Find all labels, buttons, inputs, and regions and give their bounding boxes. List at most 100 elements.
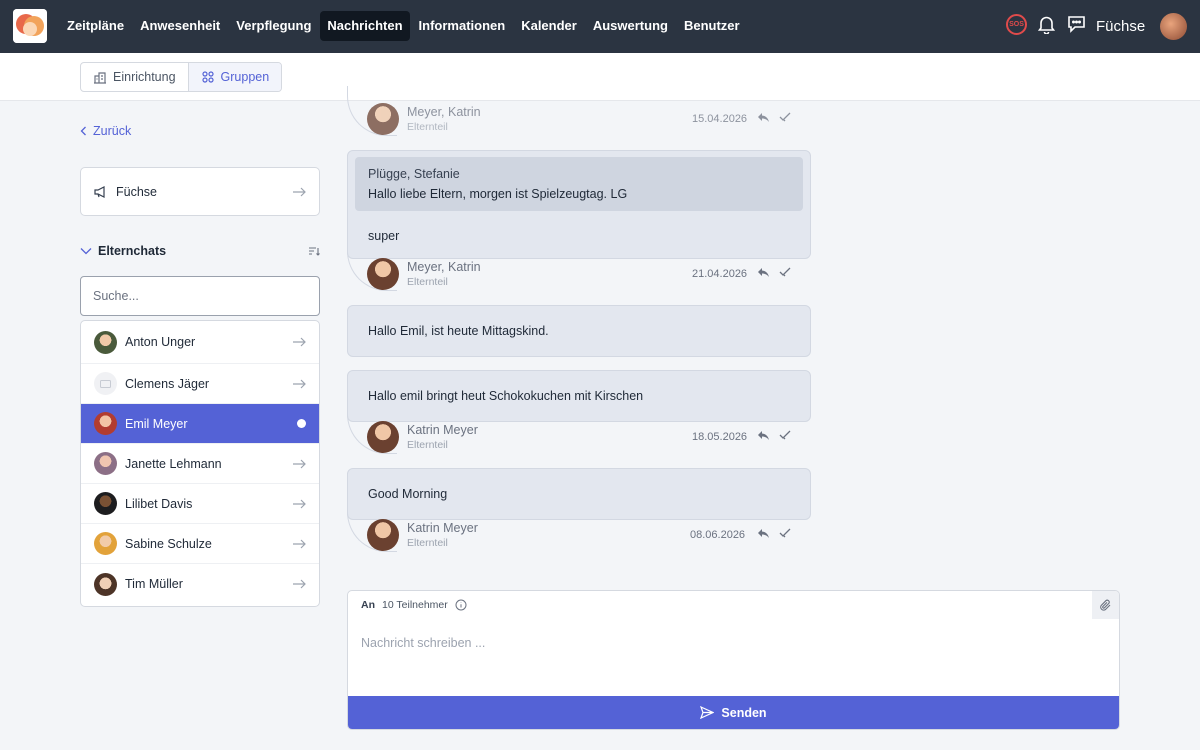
- chevron-left-icon: [80, 126, 86, 136]
- groups-tab[interactable]: Gruppen: [187, 63, 282, 91]
- chat-item-name: Janette Lehmann: [125, 456, 222, 471]
- reply-icon[interactable]: [757, 267, 770, 278]
- view-switcher: Einrichtung Gruppen: [80, 62, 283, 92]
- avatar: [94, 330, 117, 354]
- message-bubble: Hallo Emil, ist heute Mittagskind.: [347, 305, 811, 357]
- nav-item-benutzer[interactable]: Benutzer: [677, 11, 747, 41]
- message-meta: Katrin Meyer Elternteil 08.06.2026: [347, 519, 811, 561]
- avatar: [367, 519, 399, 551]
- building-icon: [94, 71, 106, 84]
- arrow-right-icon: [293, 539, 306, 548]
- message-role: Elternteil: [407, 439, 448, 451]
- sort-icon[interactable]: [308, 246, 320, 257]
- user-avatar[interactable]: [1160, 13, 1187, 40]
- check-icon: [779, 528, 791, 538]
- chat-item-sabine-schulze[interactable]: Sabine Schulze: [81, 524, 319, 564]
- back-label: Zurück: [93, 124, 132, 138]
- message-text: Hallo Emil, ist heute Mittagskind.: [368, 324, 549, 338]
- chat-item-name: Sabine Schulze: [125, 536, 212, 551]
- chat-item-janette-lehmann[interactable]: Janette Lehmann: [81, 444, 319, 484]
- avatar: [94, 492, 117, 515]
- message-author: Meyer, Katrin: [407, 260, 481, 274]
- chat-item-emil-meyer[interactable]: Emil Meyer: [81, 404, 319, 444]
- message-bubble: Hallo emil bringt heut Schokokuchen mit …: [347, 370, 811, 422]
- message-role: Elternteil: [407, 121, 448, 133]
- setup-tab[interactable]: Einrichtung: [81, 63, 188, 91]
- message-author: Katrin Meyer: [407, 521, 478, 535]
- message-input[interactable]: [348, 621, 1119, 696]
- reply-icon[interactable]: [757, 430, 770, 441]
- info-icon[interactable]: [455, 599, 467, 611]
- arrow-right-icon: [293, 459, 306, 468]
- arrow-right-icon: [293, 187, 306, 196]
- chat-item-name: Tim Müller: [125, 577, 183, 591]
- chat-item-name: Emil Meyer: [125, 416, 188, 431]
- chat-item-anton-unger[interactable]: Anton Unger: [81, 321, 319, 364]
- check-icon: [779, 267, 791, 277]
- send-label: Senden: [721, 705, 767, 720]
- groups-tab-label: Gruppen: [220, 70, 270, 84]
- nav-item-informationen[interactable]: Informationen: [412, 11, 513, 41]
- message-bubble: Plügge, Stefanie Hallo liebe Eltern, mor…: [347, 150, 811, 259]
- nav-item-verpflegung[interactable]: Verpflegung: [229, 11, 318, 41]
- send-button[interactable]: Senden: [348, 696, 1119, 729]
- message-text: Good Morning: [368, 487, 448, 501]
- quoted-message[interactable]: Plügge, Stefanie Hallo liebe Eltern, mor…: [355, 157, 803, 211]
- chat-item-tim-mueller[interactable]: Tim Müller: [81, 564, 319, 604]
- chat-item-name: Anton Unger: [125, 335, 196, 349]
- nav-item-kalender[interactable]: Kalender: [514, 11, 584, 41]
- selected-indicator: [297, 419, 306, 428]
- nav-item-auswertung[interactable]: Auswertung: [586, 11, 675, 41]
- back-link[interactable]: Zurück: [80, 124, 131, 138]
- message-meta: Meyer, Katrin Elternteil 15.04.2026: [347, 103, 811, 145]
- sub-header: Einrichtung Gruppen: [0, 53, 1200, 101]
- avatar: [367, 103, 399, 135]
- arrow-right-icon: [293, 379, 306, 388]
- avatar: [367, 421, 399, 453]
- avatar: [94, 412, 117, 435]
- arrow-right-icon: [293, 499, 306, 508]
- parent-chats-header[interactable]: Elternchats: [80, 244, 320, 258]
- message-text: super: [368, 229, 400, 243]
- app-logo[interactable]: [13, 9, 47, 43]
- avatar: [94, 572, 117, 596]
- groups-icon: [201, 71, 214, 83]
- message-text: Hallo emil bringt heut Schokokuchen mit …: [368, 389, 644, 403]
- chat-item-name: Lilibet Davis: [125, 496, 193, 511]
- paperclip-icon[interactable]: [1092, 591, 1119, 619]
- top-navigation: Zeitpläne Anwesenheit Verpflegung Nachri…: [0, 0, 1200, 53]
- current-group-name[interactable]: Füchse: [1096, 18, 1145, 35]
- message-date: 21.04.2026: [692, 268, 748, 280]
- message-composer: An 10 Teilnehmer Senden: [347, 590, 1120, 730]
- main-menu: Zeitpläne Anwesenheit Verpflegung Nachri…: [60, 11, 747, 41]
- message-role: Elternteil: [407, 537, 448, 549]
- message-role: Elternteil: [407, 276, 448, 288]
- message-bubble: Good Morning: [347, 468, 811, 520]
- chat-item-lilibet-davis[interactable]: Lilibet Davis: [81, 484, 319, 524]
- bell-icon[interactable]: [1037, 15, 1056, 37]
- message-date: 18.05.2026: [692, 431, 748, 443]
- nav-item-nachrichten[interactable]: Nachrichten: [320, 11, 410, 41]
- quoted-author: Plügge, Stefanie: [368, 167, 460, 181]
- recipients-row: An 10 Teilnehmer: [361, 599, 467, 611]
- nav-item-zeitplaene[interactable]: Zeitpläne: [60, 11, 131, 41]
- recipients-label: An: [361, 599, 375, 611]
- message-meta: Meyer, Katrin Elternteil 21.04.2026: [347, 258, 811, 300]
- chat-search-input[interactable]: [80, 276, 320, 316]
- check-icon: [779, 430, 791, 440]
- chat-icon[interactable]: [1067, 15, 1086, 36]
- parent-chat-list: Anton Unger Clemens Jäger Emil Meyer Jan…: [80, 320, 320, 607]
- avatar-placeholder-icon: [94, 372, 117, 395]
- nav-item-anwesenheit[interactable]: Anwesenheit: [133, 11, 227, 41]
- megaphone-icon: [94, 185, 105, 198]
- sos-button[interactable]: SOS: [1006, 14, 1027, 35]
- group-channel-label: Füchse: [116, 184, 157, 199]
- reply-icon[interactable]: [757, 112, 770, 123]
- reply-icon[interactable]: [757, 528, 770, 539]
- message-author: Meyer, Katrin: [407, 105, 481, 119]
- group-channel-card[interactable]: Füchse: [80, 167, 320, 216]
- setup-tab-label: Einrichtung: [113, 70, 176, 84]
- check-icon: [779, 112, 791, 122]
- message-date: 08.06.2026: [690, 529, 746, 541]
- chat-item-clemens-jaeger[interactable]: Clemens Jäger: [81, 364, 319, 404]
